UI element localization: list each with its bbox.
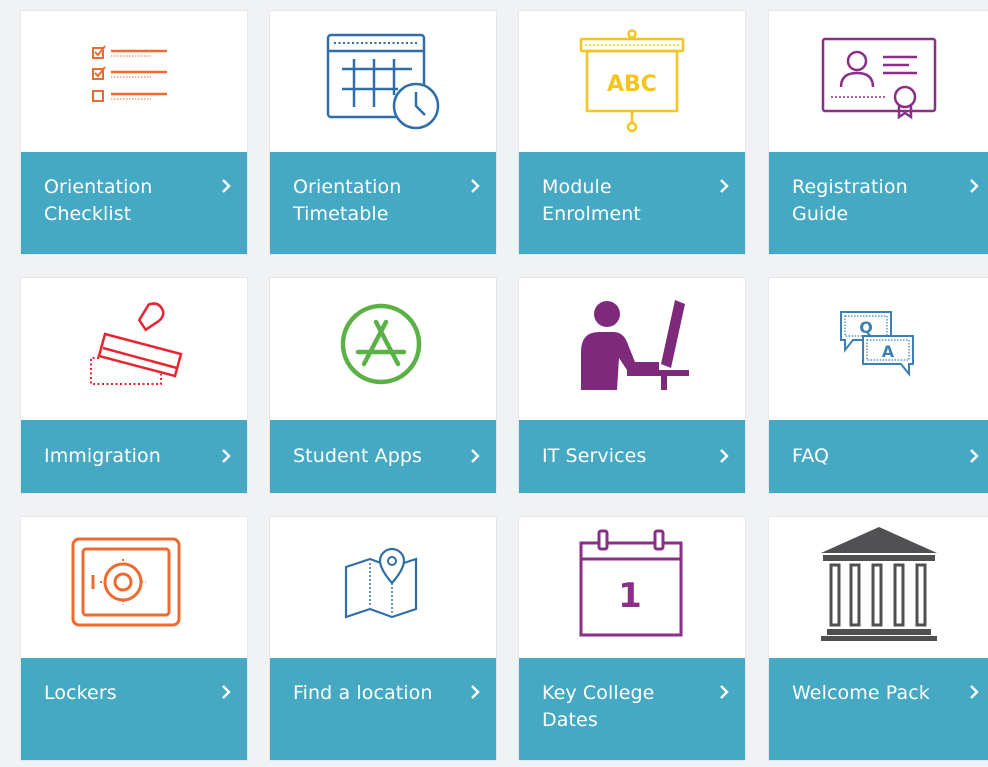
tile-welcome-pack[interactable]: Welcome Pack <box>769 517 988 760</box>
chevron-right-icon <box>720 449 729 463</box>
chevron-right-icon <box>471 179 480 193</box>
tile-label: Module Enrolment <box>542 176 641 225</box>
tile-bar: FAQ <box>769 420 988 493</box>
calendar-icon: 1 <box>579 529 683 637</box>
tile-faq[interactable]: Q A FAQ <box>769 278 988 493</box>
tile-it-services[interactable]: IT Services <box>519 278 745 493</box>
safe-icon <box>71 537 181 627</box>
qa-speech-bubbles-icon: Q A <box>840 311 914 377</box>
tile-find-a-location[interactable]: Find a location <box>270 517 496 760</box>
tile-bar: Registration Guide <box>769 152 988 254</box>
chevron-right-icon <box>720 685 729 699</box>
tile-bar: Lockers <box>21 658 247 760</box>
checklist-icon <box>92 45 167 102</box>
tile-registration-guide[interactable]: Registration Guide <box>769 11 988 254</box>
faq-a-text: A <box>882 342 895 361</box>
tile-module-enrolment[interactable]: ABC Module Enrolment <box>519 11 745 254</box>
chevron-right-icon <box>970 685 979 699</box>
tile-label: Orientation Checklist <box>44 176 153 225</box>
tile-student-apps[interactable]: Student Apps <box>270 278 496 493</box>
tile-label: FAQ <box>792 445 830 467</box>
abc-text: ABC <box>607 72 657 97</box>
presentation-board-icon: ABC <box>579 29 685 133</box>
tile-key-college-dates[interactable]: 1 Key College Dates <box>519 517 745 760</box>
tile-bar: Welcome Pack <box>769 658 988 760</box>
tile-label: Key College Dates <box>542 682 655 731</box>
tile-bar: IT Services <box>519 420 745 493</box>
tile-label: Welcome Pack <box>792 682 930 704</box>
tile-bar: Orientation Timetable <box>270 152 496 254</box>
stamp-icon <box>90 302 183 385</box>
map-pin-icon <box>344 547 418 619</box>
tile-immigration[interactable]: Immigration <box>21 278 247 493</box>
tile-orientation-timetable[interactable]: Orientation Timetable <box>270 11 496 254</box>
tile-label: Find a location <box>293 682 433 704</box>
app-store-icon <box>340 303 422 385</box>
computer-user-icon <box>581 300 689 390</box>
tile-lockers[interactable]: Lockers <box>21 517 247 760</box>
tile-bar: Student Apps <box>270 420 496 493</box>
tile-bar: Immigration <box>21 420 247 493</box>
faq-q-text: Q <box>859 318 873 337</box>
tile-label: IT Services <box>542 445 647 467</box>
calendar-day-text: 1 <box>618 576 642 616</box>
tile-label: Registration Guide <box>792 176 908 225</box>
chevron-right-icon <box>222 179 231 193</box>
chevron-right-icon <box>970 179 979 193</box>
chevron-right-icon <box>471 685 480 699</box>
building-icon <box>821 527 937 641</box>
tile-bar: Module Enrolment <box>519 152 745 254</box>
tile-bar: Key College Dates <box>519 658 745 760</box>
tile-bar: Orientation Checklist <box>21 152 247 254</box>
chevron-right-icon <box>222 449 231 463</box>
tile-label: Lockers <box>44 682 117 704</box>
tile-bar: Find a location <box>270 658 496 760</box>
chevron-right-icon <box>222 685 231 699</box>
tile-orientation-checklist[interactable]: Orientation Checklist <box>21 11 247 254</box>
timetable-icon <box>326 33 440 130</box>
id-card-icon <box>821 37 937 120</box>
tile-grid: Orientation Checklist Orientation Timeta… <box>0 0 988 767</box>
tile-label: Orientation Timetable <box>293 176 402 225</box>
chevron-right-icon <box>471 449 480 463</box>
chevron-right-icon <box>970 449 979 463</box>
tile-label: Student Apps <box>293 445 423 467</box>
tile-label: Immigration <box>44 445 161 467</box>
chevron-right-icon <box>720 179 729 193</box>
